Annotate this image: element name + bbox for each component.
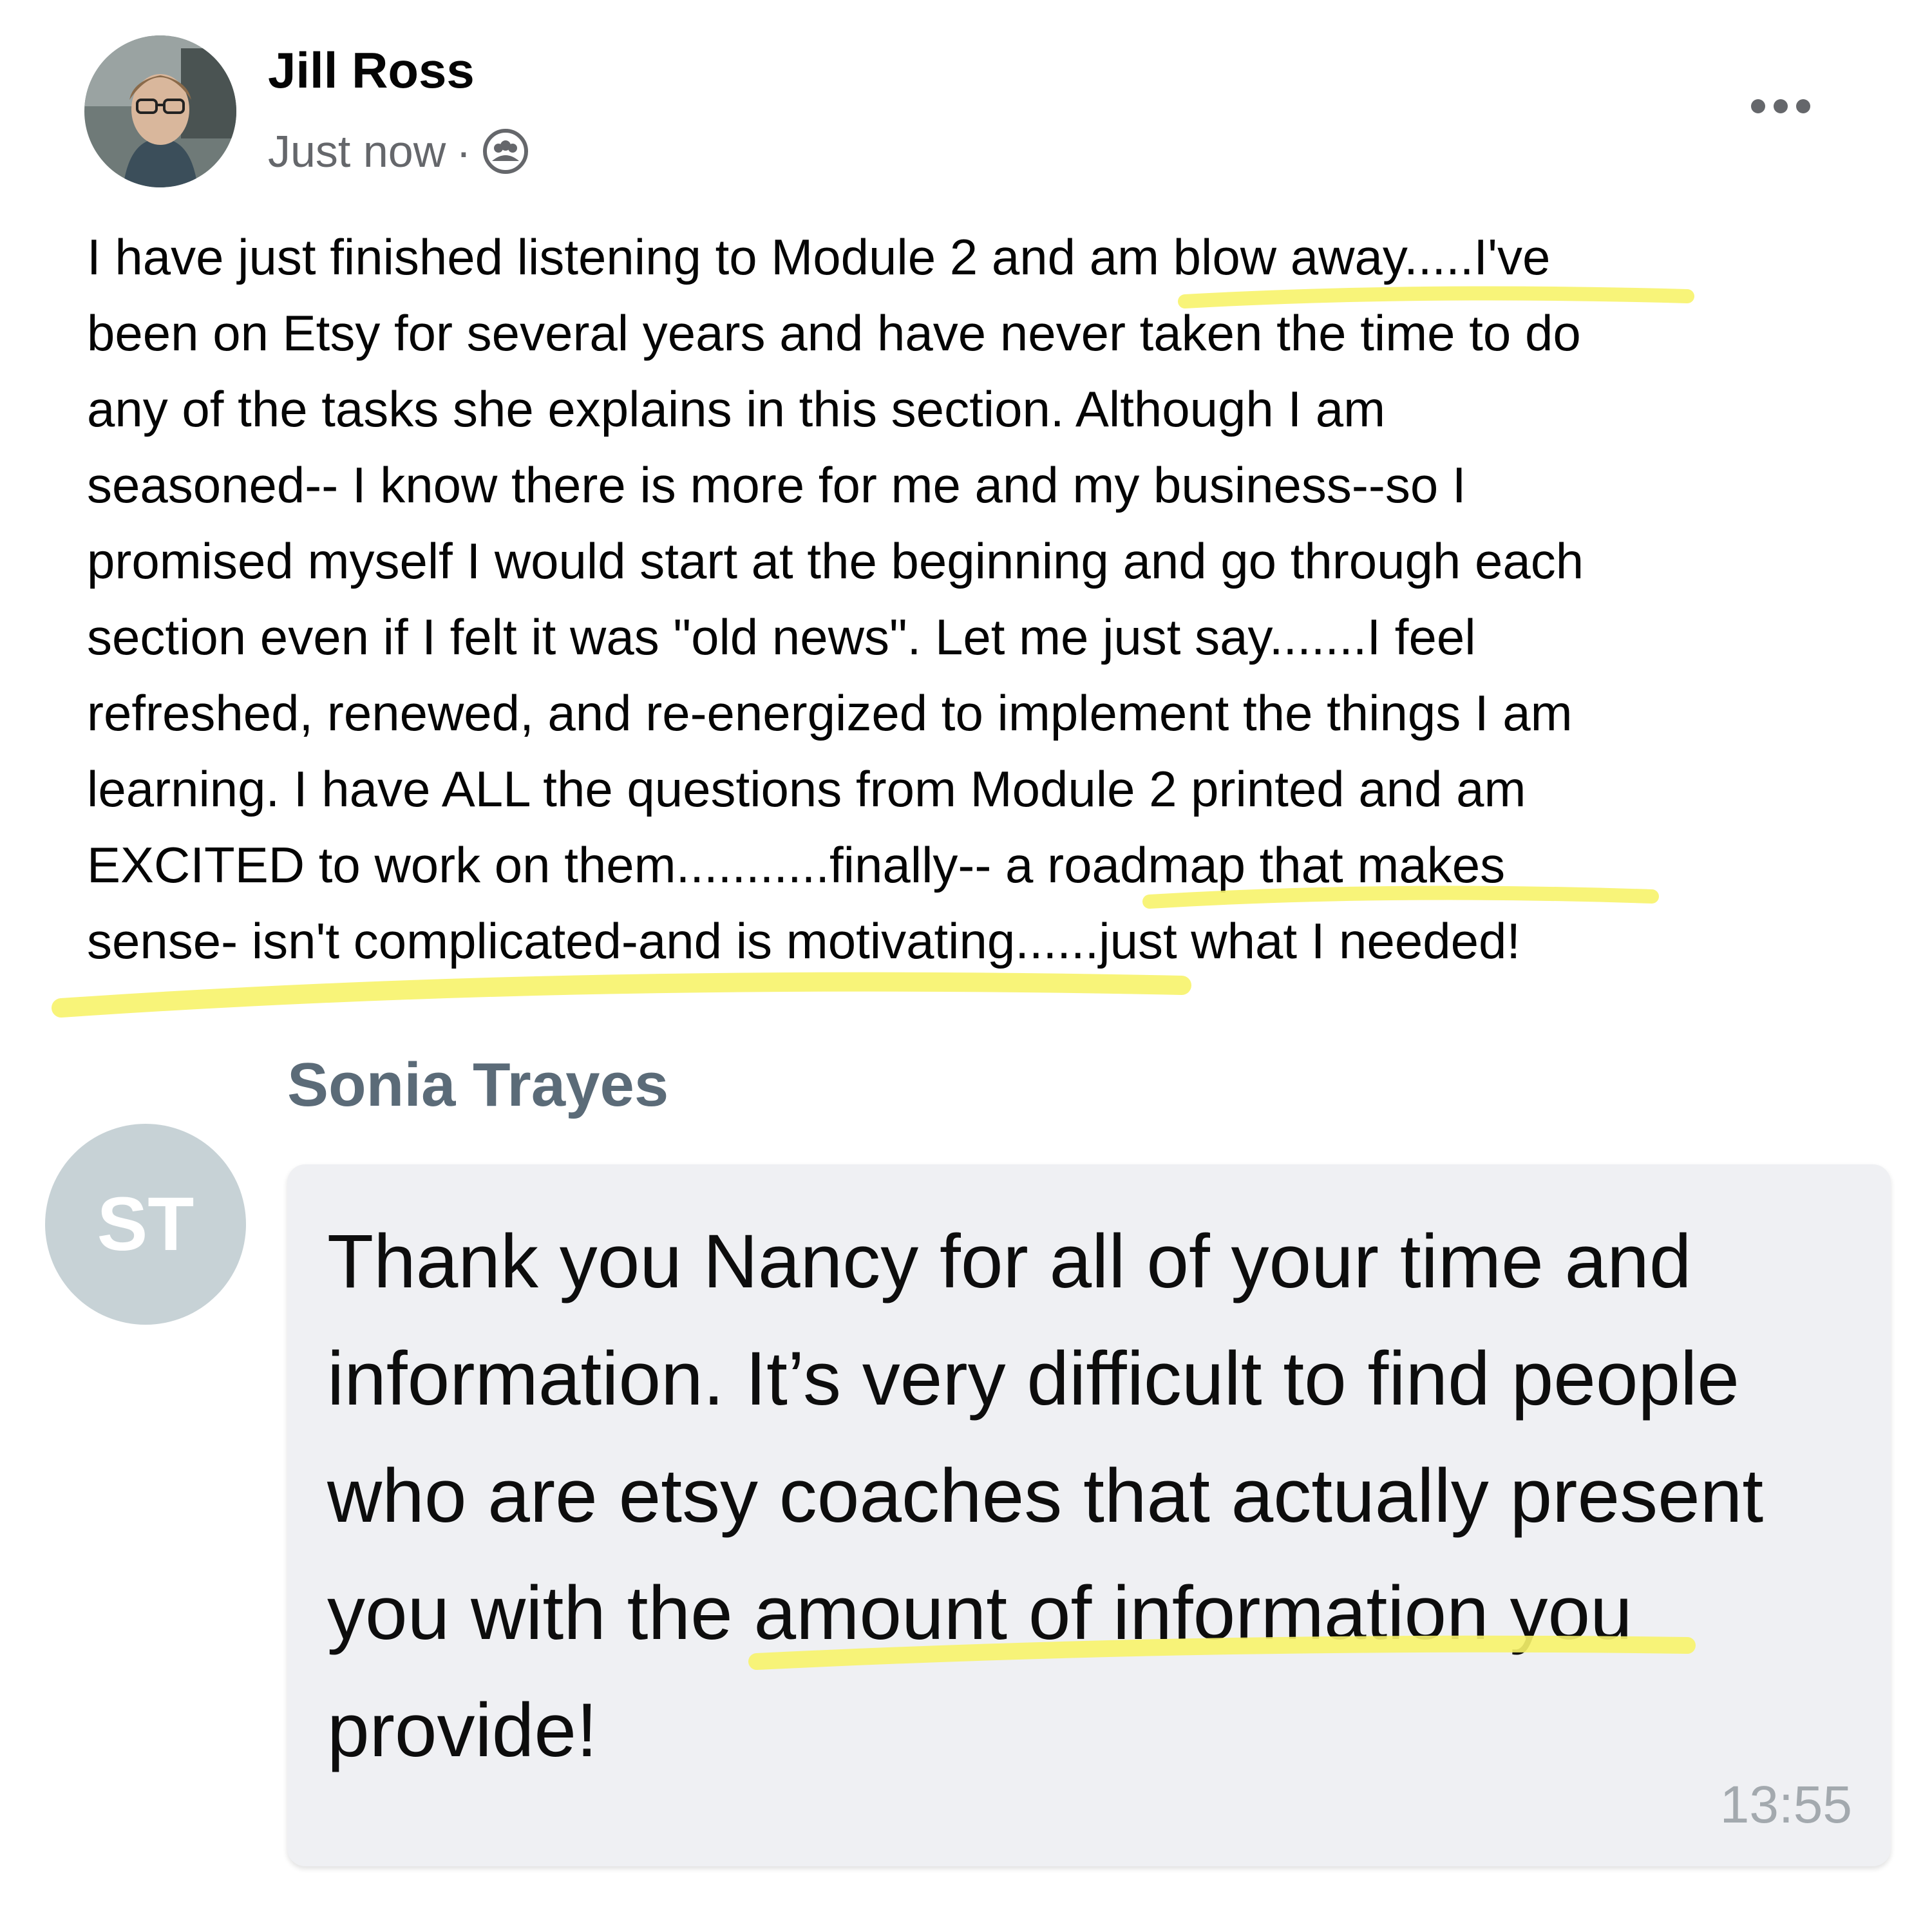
- more-options-icon: [1751, 99, 1810, 113]
- post-line: been on Etsy for several years and have …: [87, 305, 1581, 361]
- reply-timestamp: 13:55: [1719, 1776, 1852, 1834]
- group-audience-icon[interactable]: [482, 128, 529, 175]
- reply-line: you with the amount of information you: [327, 1571, 1633, 1656]
- post-meta: Just now ·: [268, 122, 529, 180]
- post-body-text: I have just finished listening to Module…: [87, 219, 1890, 979]
- author-avatar[interactable]: [84, 35, 236, 187]
- post-line: sense- isn't complicated-and is motivati…: [87, 913, 1521, 969]
- post-line: seasoned-- I know there is more for me a…: [87, 457, 1466, 513]
- reply-author-name[interactable]: Sonia Trayes: [287, 1050, 668, 1121]
- post-line: refreshed, renewed, and re-energized to …: [87, 685, 1573, 741]
- post-line: promised myself I would start at the beg…: [87, 533, 1584, 589]
- reply-message-bubble: Thank you Nancy for all of your time and…: [287, 1164, 1891, 1866]
- reply-line: provide!: [327, 1688, 598, 1773]
- post-card: Jill Ross Just now · I have just finishe…: [0, 0, 1932, 1030]
- reply-line: who are etsy coaches that actually prese…: [327, 1454, 1764, 1539]
- post-line: EXCITED to work on them...........finall…: [87, 837, 1506, 893]
- post-author-name[interactable]: Jill Ross: [268, 41, 475, 100]
- post-line: I have just finished listening to Module…: [87, 229, 1551, 285]
- meta-separator: ·: [456, 126, 471, 176]
- reply-avatar-initials: ST: [97, 1182, 194, 1267]
- post-line: learning. I have ALL the questions from …: [87, 761, 1526, 817]
- reply-line: Thank you Nancy for all of your time and: [327, 1219, 1692, 1304]
- profile-photo-icon: [84, 35, 236, 187]
- more-options-button[interactable]: [1732, 80, 1829, 132]
- post-timestamp[interactable]: Just now: [268, 126, 446, 177]
- post-line: any of the tasks she explains in this se…: [87, 381, 1386, 437]
- reply-message-text: Thank you Nancy for all of your time and…: [327, 1203, 1886, 1789]
- reply-line: information. It’s very difficult to find…: [327, 1336, 1739, 1421]
- reply-avatar[interactable]: ST: [45, 1124, 246, 1325]
- post-line: section even if I felt it was "old news"…: [87, 609, 1476, 665]
